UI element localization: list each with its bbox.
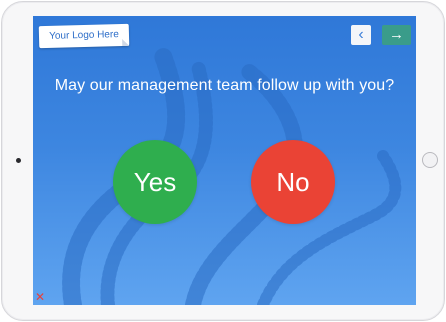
- yes-label: Yes: [133, 167, 177, 197]
- close-icon[interactable]: ✕: [34, 291, 46, 303]
- survey-screen: Your Logo Here ‹ → May our management te…: [33, 16, 416, 305]
- tablet-frame: Your Logo Here ‹ → May our management te…: [1, 1, 445, 321]
- home-button[interactable]: [422, 152, 438, 168]
- no-button[interactable]: No: [251, 140, 335, 224]
- chevron-left-icon: ‹: [358, 26, 364, 43]
- arrow-right-icon: →: [389, 26, 404, 43]
- question-text: May our management team follow up with y…: [54, 77, 395, 94]
- back-button[interactable]: ‹: [351, 25, 371, 45]
- camera-dot: [16, 158, 21, 163]
- no-label: No: [276, 167, 310, 197]
- next-button[interactable]: →: [382, 25, 411, 45]
- tire-tracks-background: [62, 47, 402, 305]
- logo-placeholder: Your Logo Here: [38, 23, 130, 49]
- yes-button[interactable]: Yes: [113, 140, 197, 224]
